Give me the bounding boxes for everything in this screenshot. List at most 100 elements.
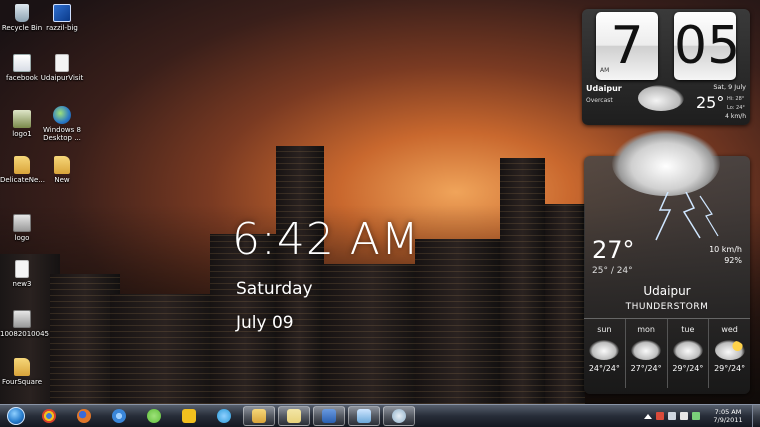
skyline-building [110,294,220,404]
volume-icon[interactable] [680,412,688,420]
image-icon [13,110,31,128]
desktop-icon-logo[interactable]: logo [0,214,44,242]
show-desktop-button[interactable] [752,404,760,427]
desktop-icon-10082010045[interactable]: 10082010045 [0,310,49,338]
desktop-icon-label: DelicateNe... [0,176,45,184]
taskbar-word-document[interactable] [313,406,345,426]
flip-clock-hour: 7 AM [596,12,658,80]
humidity: 92% [724,256,742,265]
messenger-icon [147,409,161,423]
weather-gadget[interactable]: 27° 25° / 24° 10 km/h 92% Udaipur THUNDE… [584,130,750,394]
cloud-icon [638,85,684,111]
taskbar-clock-date: 7/9/2011 [713,416,743,424]
desktop-icon-windows8[interactable]: Windows 8 Desktop ... [40,106,84,142]
document-icon [55,54,69,72]
forecast-strip: sun 24°/24° mon 27°/24° tue 29°/24° wed … [584,318,750,388]
wind-speed: 10 km/h [709,245,742,254]
forecast-day: wed 29°/24° [709,319,750,388]
taskbar-clock-time: 7:05 AM [714,408,742,416]
lightning-icon [655,192,719,241]
taskbar-media-app[interactable] [383,406,415,426]
word-icon [322,409,336,423]
desktop-icon-label: Windows 8 Desktop ... [43,126,81,142]
document-icon [15,260,29,278]
clock-date: July 09 [236,313,294,333]
forecast-day-label: sun [597,325,612,334]
folder-icon [54,156,70,174]
htc-temperature: 25° [696,93,725,112]
desktop-icon-delicatene[interactable]: DelicateNe... [0,156,45,184]
clock-time: 6:42 AM [232,214,420,265]
desktop-icon-new3[interactable]: new3 [0,260,44,288]
htc-hi-lo: Hi: 28° Lo: 24° [727,95,745,113]
htc-lo: Lo: 24° [727,105,745,111]
windows-logo-icon [7,407,25,425]
hour-digit: 7 [610,16,644,76]
desktop: Recycle Bin razzil-big facebook UdaipurV… [0,0,760,404]
window-icon [357,409,371,423]
temperature-range: 25° / 24° [592,266,633,276]
htc-wind: 4 km/h [725,113,746,120]
web-shortcut-icon [53,106,71,124]
storm-cloud-icon [631,340,662,360]
forecast-day-label: mon [637,325,655,334]
taskbar-messenger[interactable] [138,406,170,426]
flip-clock-weather-gadget[interactable]: 7 AM 05 Udaipur Overcast Sat, 9 July 25°… [582,9,750,125]
text-file-icon [13,54,31,72]
taskbar-windows-explorer[interactable] [243,406,275,426]
internet-explorer-icon [112,409,126,423]
desktop-icon-recycle-bin[interactable]: Recycle Bin [0,4,44,32]
skyline-building [545,204,585,404]
taskbar-chrome[interactable] [33,406,65,426]
htc-condition: Overcast [586,97,613,104]
forecast-day-label: wed [721,325,738,334]
sticky-notes-icon [182,409,196,423]
app-icon [53,4,71,22]
desktop-icon-new[interactable]: New [40,156,84,184]
desktop-icon-label: UdaipurVisit [40,74,84,82]
taskbar-sticky-app[interactable] [173,406,205,426]
battery-icon[interactable] [692,412,700,420]
forecast-temps: 27°/24° [630,364,662,373]
image-icon [13,214,31,232]
forecast-temps: 29°/24° [672,364,704,373]
desktop-icon-razzil-big[interactable]: razzil-big [40,4,84,32]
taskbar-tweetdeck[interactable] [208,406,240,426]
ampm-label: AM [600,67,610,74]
forecast-day-label: tue [681,325,695,334]
desktop-icon-label: FourSquare [1,378,43,386]
recycle-bin-icon [15,4,29,22]
desktop-icon-label: Recycle Bin [1,24,43,32]
desktop-icon-label: new3 [12,280,32,288]
flip-clock-minute: 05 [674,12,740,80]
weather-city: Udaipur [643,284,691,298]
folder-icon [252,409,266,423]
htc-date: Sat, 9 July [713,83,746,91]
forecast-temps: 24°/24° [588,364,620,373]
current-temperature: 27° [592,236,635,264]
taskbar-firefox[interactable] [68,406,100,426]
network-icon[interactable] [668,412,676,420]
skyline-tower [500,158,545,404]
digital-clock-gadget[interactable]: 6:42 AM Saturday July 09 [232,214,420,333]
htc-hi: Hi: 28° [727,96,745,102]
taskbar-internet-explorer[interactable] [103,406,135,426]
taskbar-browser-window[interactable] [348,406,380,426]
taskbar-clock[interactable]: 7:05 AM 7/9/2011 [706,408,750,424]
taskbar-file-folder[interactable] [278,406,310,426]
desktop-icon-label: logo1 [12,130,32,138]
desktop-icon-label: 10082010045 [0,330,49,338]
tweetdeck-icon [217,409,231,423]
forecast-day: tue 29°/24° [668,319,710,388]
show-hidden-icons-icon[interactable] [644,413,652,419]
desktop-icon-udaipurvisit[interactable]: UdaipurVisit [40,54,84,82]
action-center-flag-icon[interactable] [656,412,664,420]
folder-icon [14,156,30,174]
desktop-icon-foursquare[interactable]: FourSquare [0,358,44,386]
forecast-temps: 29°/24° [714,364,746,373]
desktop-icon-logo1[interactable]: logo1 [0,110,44,138]
desktop-icon-facebook[interactable]: facebook [0,54,44,82]
start-button[interactable] [2,406,30,426]
image-icon [13,310,31,328]
storm-cloud-icon [672,340,703,360]
